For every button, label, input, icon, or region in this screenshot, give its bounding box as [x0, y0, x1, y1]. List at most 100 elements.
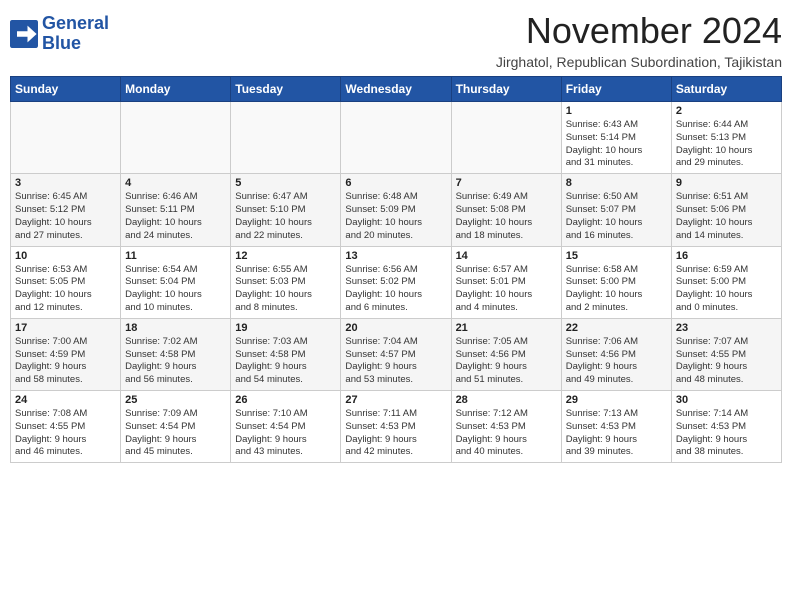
location: Jirghatol, Republican Subordination, Taj…: [496, 54, 782, 70]
logo-icon: [10, 20, 38, 48]
calendar-day-cell: 11 Sunrise: 6:54 AM Sunset: 5:04 PM Dayli…: [121, 246, 231, 318]
day-info: Sunrise: 6:58 AM Sunset: 5:00 PM Dayligh…: [566, 264, 667, 315]
day-info: Sunrise: 7:08 AM Sunset: 4:55 PM Dayligh…: [15, 408, 116, 459]
day-number: 5: [235, 177, 336, 189]
weekday-header-wednesday: Wednesday: [341, 77, 451, 102]
day-number: 3: [15, 177, 116, 189]
calendar-day-cell: 27 Sunrise: 7:11 AM Sunset: 4:53 PM Dayli…: [341, 391, 451, 463]
day-number: 25: [125, 394, 226, 406]
day-info: Sunrise: 6:48 AM Sunset: 5:09 PM Dayligh…: [345, 191, 446, 242]
day-number: 27: [345, 394, 446, 406]
weekday-header-thursday: Thursday: [451, 77, 561, 102]
day-info: Sunrise: 6:50 AM Sunset: 5:07 PM Dayligh…: [566, 191, 667, 242]
calendar-day-cell: 9 Sunrise: 6:51 AM Sunset: 5:06 PM Daylig…: [671, 174, 781, 246]
day-number: 9: [676, 177, 777, 189]
day-number: 6: [345, 177, 446, 189]
calendar-empty-cell: [341, 102, 451, 174]
day-info: Sunrise: 7:02 AM Sunset: 4:58 PM Dayligh…: [125, 336, 226, 387]
day-info: Sunrise: 7:07 AM Sunset: 4:55 PM Dayligh…: [676, 336, 777, 387]
calendar-day-cell: 23 Sunrise: 7:07 AM Sunset: 4:55 PM Dayli…: [671, 318, 781, 390]
logo: General Blue: [10, 14, 109, 54]
calendar-empty-cell: [451, 102, 561, 174]
day-info: Sunrise: 7:05 AM Sunset: 4:56 PM Dayligh…: [456, 336, 557, 387]
calendar-empty-cell: [231, 102, 341, 174]
calendar-day-cell: 6 Sunrise: 6:48 AM Sunset: 5:09 PM Daylig…: [341, 174, 451, 246]
weekday-header-friday: Friday: [561, 77, 671, 102]
calendar-day-cell: 22 Sunrise: 7:06 AM Sunset: 4:56 PM Dayli…: [561, 318, 671, 390]
calendar-day-cell: 16 Sunrise: 6:59 AM Sunset: 5:00 PM Dayli…: [671, 246, 781, 318]
calendar-day-cell: 10 Sunrise: 6:53 AM Sunset: 5:05 PM Dayli…: [11, 246, 121, 318]
day-info: Sunrise: 6:57 AM Sunset: 5:01 PM Dayligh…: [456, 264, 557, 315]
day-info: Sunrise: 7:12 AM Sunset: 4:53 PM Dayligh…: [456, 408, 557, 459]
day-info: Sunrise: 7:04 AM Sunset: 4:57 PM Dayligh…: [345, 336, 446, 387]
calendar-day-cell: 19 Sunrise: 7:03 AM Sunset: 4:58 PM Dayli…: [231, 318, 341, 390]
day-number: 17: [15, 322, 116, 334]
logo-text: General Blue: [42, 14, 109, 54]
calendar-day-cell: 18Sunrise: 7:02 AM Sunset: 4:58 PM Dayli…: [121, 318, 231, 390]
day-info: Sunrise: 7:11 AM Sunset: 4:53 PM Dayligh…: [345, 408, 446, 459]
day-number: 4: [125, 177, 226, 189]
weekday-header-tuesday: Tuesday: [231, 77, 341, 102]
day-info: Sunrise: 6:51 AM Sunset: 5:06 PM Dayligh…: [676, 191, 777, 242]
day-number: 11: [125, 250, 226, 262]
day-info: Sunrise: 7:09 AM Sunset: 4:54 PM Dayligh…: [125, 408, 226, 459]
calendar-day-cell: 4Sunrise: 6:46 AM Sunset: 5:11 PM Daylig…: [121, 174, 231, 246]
weekday-header-sunday: Sunday: [11, 77, 121, 102]
calendar-week-row: 10 Sunrise: 6:53 AM Sunset: 5:05 PM Dayli…: [11, 246, 782, 318]
calendar-day-cell: 29Sunrise: 7:13 AM Sunset: 4:53 PM Dayli…: [561, 391, 671, 463]
day-info: Sunrise: 7:00 AM Sunset: 4:59 PM Dayligh…: [15, 336, 116, 387]
day-number: 1: [566, 105, 667, 117]
day-info: Sunrise: 6:56 AM Sunset: 5:02 PM Dayligh…: [345, 264, 446, 315]
calendar-week-row: 17 Sunrise: 7:00 AM Sunset: 4:59 PM Dayli…: [11, 318, 782, 390]
calendar-week-row: 24 Sunrise: 7:08 AM Sunset: 4:55 PM Dayli…: [11, 391, 782, 463]
day-number: 21: [456, 322, 557, 334]
day-info: Sunrise: 7:14 AM Sunset: 4:53 PM Dayligh…: [676, 408, 777, 459]
calendar-day-cell: 7 Sunrise: 6:49 AM Sunset: 5:08 PM Daylig…: [451, 174, 561, 246]
calendar-day-cell: 5Sunrise: 6:47 AM Sunset: 5:10 PM Daylig…: [231, 174, 341, 246]
day-number: 26: [235, 394, 336, 406]
calendar-header-row: SundayMondayTuesdayWednesdayThursdayFrid…: [11, 77, 782, 102]
day-info: Sunrise: 7:03 AM Sunset: 4:58 PM Dayligh…: [235, 336, 336, 387]
day-number: 30: [676, 394, 777, 406]
day-info: Sunrise: 6:45 AM Sunset: 5:12 PM Dayligh…: [15, 191, 116, 242]
month-title: November 2024: [496, 10, 782, 52]
calendar-empty-cell: [121, 102, 231, 174]
day-number: 15: [566, 250, 667, 262]
day-number: 14: [456, 250, 557, 262]
calendar-day-cell: 25 Sunrise: 7:09 AM Sunset: 4:54 PM Dayli…: [121, 391, 231, 463]
day-number: 7: [456, 177, 557, 189]
day-info: Sunrise: 7:10 AM Sunset: 4:54 PM Dayligh…: [235, 408, 336, 459]
calendar-day-cell: 30 Sunrise: 7:14 AM Sunset: 4:53 PM Dayli…: [671, 391, 781, 463]
day-number: 23: [676, 322, 777, 334]
day-info: Sunrise: 7:06 AM Sunset: 4:56 PM Dayligh…: [566, 336, 667, 387]
day-number: 28: [456, 394, 557, 406]
weekday-header-saturday: Saturday: [671, 77, 781, 102]
calendar-week-row: 3 Sunrise: 6:45 AM Sunset: 5:12 PM Daylig…: [11, 174, 782, 246]
day-number: 12: [235, 250, 336, 262]
day-number: 19: [235, 322, 336, 334]
day-number: 8: [566, 177, 667, 189]
day-number: 20: [345, 322, 446, 334]
day-info: Sunrise: 6:54 AM Sunset: 5:04 PM Dayligh…: [125, 264, 226, 315]
calendar-day-cell: 14 Sunrise: 6:57 AM Sunset: 5:01 PM Dayli…: [451, 246, 561, 318]
day-info: Sunrise: 6:43 AM Sunset: 5:14 PM Dayligh…: [566, 119, 667, 170]
calendar-day-cell: 8 Sunrise: 6:50 AM Sunset: 5:07 PM Daylig…: [561, 174, 671, 246]
calendar-table: SundayMondayTuesdayWednesdayThursdayFrid…: [10, 76, 782, 463]
calendar-day-cell: 21 Sunrise: 7:05 AM Sunset: 4:56 PM Dayli…: [451, 318, 561, 390]
day-number: 22: [566, 322, 667, 334]
day-number: 13: [345, 250, 446, 262]
day-number: 24: [15, 394, 116, 406]
day-info: Sunrise: 6:55 AM Sunset: 5:03 PM Dayligh…: [235, 264, 336, 315]
page-header: General Blue November 2024 Jirghatol, Re…: [10, 10, 782, 70]
calendar-day-cell: 2Sunrise: 6:44 AM Sunset: 5:13 PM Daylig…: [671, 102, 781, 174]
day-number: 10: [15, 250, 116, 262]
calendar-day-cell: 26 Sunrise: 7:10 AM Sunset: 4:54 PM Dayli…: [231, 391, 341, 463]
calendar-day-cell: 15 Sunrise: 6:58 AM Sunset: 5:00 PM Dayli…: [561, 246, 671, 318]
day-info: Sunrise: 6:59 AM Sunset: 5:00 PM Dayligh…: [676, 264, 777, 315]
weekday-header-monday: Monday: [121, 77, 231, 102]
day-info: Sunrise: 6:53 AM Sunset: 5:05 PM Dayligh…: [15, 264, 116, 315]
day-info: Sunrise: 6:49 AM Sunset: 5:08 PM Dayligh…: [456, 191, 557, 242]
calendar-day-cell: 24 Sunrise: 7:08 AM Sunset: 4:55 PM Dayli…: [11, 391, 121, 463]
calendar-day-cell: 3 Sunrise: 6:45 AM Sunset: 5:12 PM Daylig…: [11, 174, 121, 246]
day-number: 16: [676, 250, 777, 262]
